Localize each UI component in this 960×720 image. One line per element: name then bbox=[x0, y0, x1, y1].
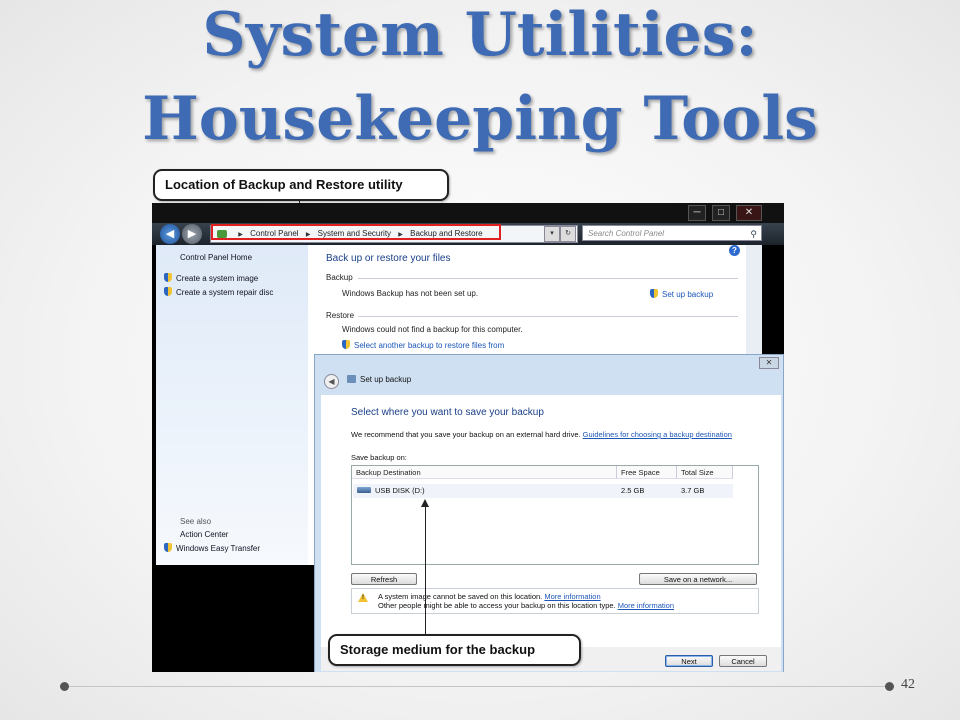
help-icon[interactable]: ? bbox=[729, 245, 740, 256]
see-also-heading: See also bbox=[180, 517, 212, 526]
search-input[interactable]: Search Control Panel ⚲ bbox=[582, 225, 762, 241]
sidebar-item-repair-disc[interactable]: Create a system repair disc bbox=[164, 287, 273, 297]
warning-exclamation: ! bbox=[362, 595, 364, 601]
cancel-button[interactable]: Cancel bbox=[719, 655, 767, 667]
recommend-text-body: We recommend that you save your backup o… bbox=[351, 430, 583, 439]
footer-dot-right bbox=[885, 682, 894, 691]
callout-location: Location of Backup and Restore utility bbox=[153, 169, 449, 201]
sidebar-item-label: Create a system image bbox=[176, 274, 259, 283]
maximize-button[interactable]: □ bbox=[712, 205, 730, 221]
dialog-body: Select where you want to save your backu… bbox=[321, 395, 781, 671]
control-panel-sidebar: Control Panel Home Create a system image… bbox=[156, 245, 308, 565]
set-up-backup-link[interactable]: Set up backup bbox=[650, 289, 713, 299]
minimize-button[interactable]: ─ bbox=[688, 205, 706, 221]
warning-line-2: Other people might be able to access you… bbox=[378, 601, 674, 610]
more-information-link[interactable]: More information bbox=[618, 601, 674, 610]
slide-title-line-2: Housekeeping Tools bbox=[142, 84, 818, 154]
free-space-cell: 2.5 GB bbox=[621, 486, 645, 495]
restore-section-label: Restore bbox=[326, 311, 355, 320]
back-arrow-icon[interactable]: ◀ bbox=[160, 224, 180, 244]
warning-text-2: Other people might be able to access you… bbox=[378, 601, 618, 610]
refresh-button[interactable]: Refresh bbox=[351, 573, 417, 585]
total-size-cell: 3.7 GB bbox=[681, 486, 705, 495]
warning-text-1: A system image cannot be saved on this l… bbox=[378, 592, 545, 601]
shield-icon bbox=[164, 543, 172, 552]
warning-box: ! A system image cannot be saved on this… bbox=[351, 588, 759, 614]
callout-bottom-arrow bbox=[421, 499, 429, 507]
restore-status-text: Windows could not find a backup for this… bbox=[342, 325, 523, 334]
section-divider bbox=[358, 278, 738, 279]
shield-icon bbox=[650, 289, 658, 298]
more-information-link[interactable]: More information bbox=[544, 592, 600, 601]
forward-arrow-icon[interactable]: ▶ bbox=[182, 224, 202, 244]
search-placeholder: Search Control Panel bbox=[588, 229, 665, 238]
main-heading: Back up or restore your files bbox=[326, 253, 451, 264]
callout-storage: Storage medium for the backup bbox=[328, 634, 581, 666]
sidebar-item-label: Create a system repair disc bbox=[176, 288, 274, 297]
destination-cell: USB DISK (D:) bbox=[357, 484, 425, 498]
location-highlight bbox=[211, 224, 501, 240]
col-header-destination[interactable]: Backup Destination bbox=[352, 466, 617, 479]
dialog-heading: Select where you want to save your backu… bbox=[351, 407, 544, 418]
destination-name: USB DISK (D:) bbox=[375, 486, 425, 495]
slide-title-line-1: System Utilities: bbox=[202, 0, 758, 70]
col-header-free-space[interactable]: Free Space bbox=[617, 466, 677, 479]
dialog-back-arrow-icon[interactable]: ◀ bbox=[324, 374, 339, 389]
section-divider bbox=[358, 316, 738, 317]
save-on-label: Save backup on: bbox=[351, 453, 407, 462]
sidebar-item-system-image[interactable]: Create a system image bbox=[164, 273, 258, 283]
dialog-title: Set up backup bbox=[347, 375, 411, 384]
set-up-backup-label: Set up backup bbox=[662, 290, 714, 299]
table-row[interactable]: USB DISK (D:) 2.5 GB 3.7 GB bbox=[353, 484, 733, 498]
refresh-icon[interactable]: ↻ bbox=[560, 226, 576, 242]
set-up-backup-dialog: ✕ ◀ Set up backup Select where you want … bbox=[314, 354, 784, 672]
search-icon[interactable]: ⚲ bbox=[750, 226, 757, 242]
windows-screenshot: ─ □ ✕ ◀ ▶ ▶ Control Panel ▶ System and S… bbox=[152, 203, 784, 672]
close-button[interactable]: ✕ bbox=[736, 205, 762, 221]
sidebar-item-label: Windows Easy Transfer bbox=[176, 544, 261, 553]
dialog-title-text: Set up backup bbox=[360, 375, 412, 384]
callout-bottom-line bbox=[425, 505, 426, 635]
backup-status-text: Windows Backup has not been set up. bbox=[342, 289, 479, 298]
control-panel-home-link[interactable]: Control Panel Home bbox=[180, 253, 252, 262]
destination-table: Backup Destination Free Space Total Size… bbox=[351, 465, 759, 565]
shield-icon bbox=[342, 340, 350, 349]
recommend-text: We recommend that you save your backup o… bbox=[351, 430, 761, 439]
next-button[interactable]: Next bbox=[665, 655, 713, 667]
col-header-total-size[interactable]: Total Size bbox=[677, 466, 733, 479]
usb-drive-icon bbox=[357, 487, 371, 493]
restore-link-label: Select another backup to restore files f… bbox=[354, 341, 505, 350]
dropdown-icon[interactable]: ▾ bbox=[544, 226, 560, 242]
footer-dot-left bbox=[60, 682, 69, 691]
footer-rule bbox=[68, 686, 890, 687]
see-also-easy-transfer[interactable]: Windows Easy Transfer bbox=[164, 543, 260, 553]
guidelines-link[interactable]: Guidelines for choosing a backup destina… bbox=[583, 430, 732, 439]
warning-line-1: A system image cannot be saved on this l… bbox=[378, 592, 601, 601]
window-titlebar: ─ □ ✕ bbox=[152, 203, 784, 223]
page-number: 42 bbox=[901, 677, 915, 692]
select-another-backup-link[interactable]: Select another backup to restore files f… bbox=[342, 340, 504, 350]
backup-section-label: Backup bbox=[326, 273, 353, 282]
backup-icon bbox=[347, 375, 356, 383]
dialog-close-button[interactable]: ✕ bbox=[759, 357, 779, 369]
shield-icon bbox=[164, 287, 172, 296]
shield-icon bbox=[164, 273, 172, 282]
see-also-action-center[interactable]: Action Center bbox=[180, 530, 228, 539]
save-on-network-button[interactable]: Save on a network... bbox=[639, 573, 757, 585]
